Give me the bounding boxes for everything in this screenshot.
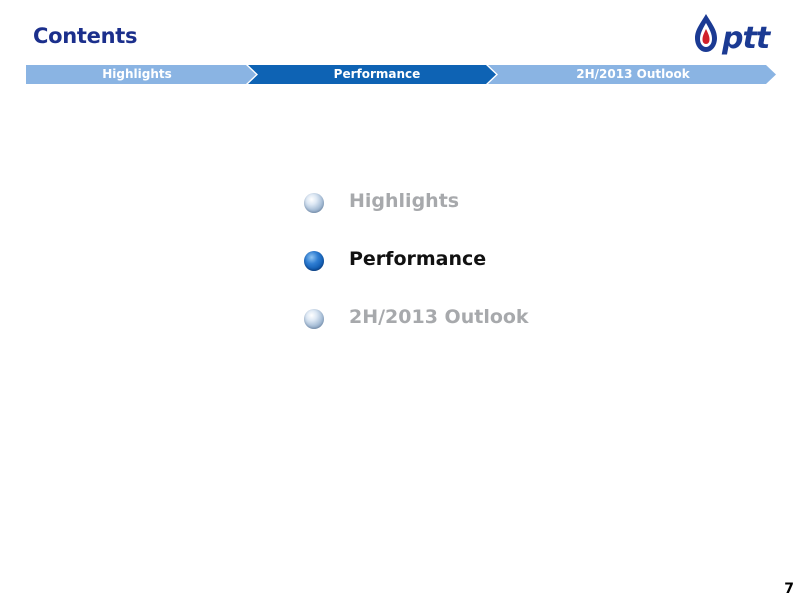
- nav-tab-highlights[interactable]: Highlights: [26, 65, 248, 84]
- section-nav-bar: Highlights Performance 2H/2013 Outlook: [26, 65, 778, 84]
- contents-list: Highlights Performance 2H/2013 Outlook: [302, 188, 562, 362]
- sphere-bullet-active-icon: [304, 251, 324, 271]
- contents-item-highlights[interactable]: Highlights: [302, 188, 562, 246]
- page-number: 7: [784, 581, 794, 597]
- contents-item-label[interactable]: 2H/2013 Outlook: [349, 306, 529, 328]
- nav-tab-outlook[interactable]: 2H/2013 Outlook: [498, 65, 768, 84]
- contents-item-label[interactable]: Performance: [349, 248, 486, 270]
- ptt-logo: ptt: [688, 10, 784, 60]
- contents-item-label[interactable]: Highlights: [349, 190, 459, 212]
- ptt-flame-logo-icon: ptt: [695, 14, 773, 56]
- sphere-bullet-icon: [304, 193, 324, 213]
- logo-text: ptt: [721, 21, 772, 56]
- sphere-bullet-icon: [304, 309, 324, 329]
- contents-item-performance[interactable]: Performance: [302, 246, 562, 304]
- contents-item-outlook[interactable]: 2H/2013 Outlook: [302, 304, 562, 362]
- nav-tab-performance[interactable]: Performance: [258, 65, 496, 84]
- page-title: Contents: [33, 24, 138, 48]
